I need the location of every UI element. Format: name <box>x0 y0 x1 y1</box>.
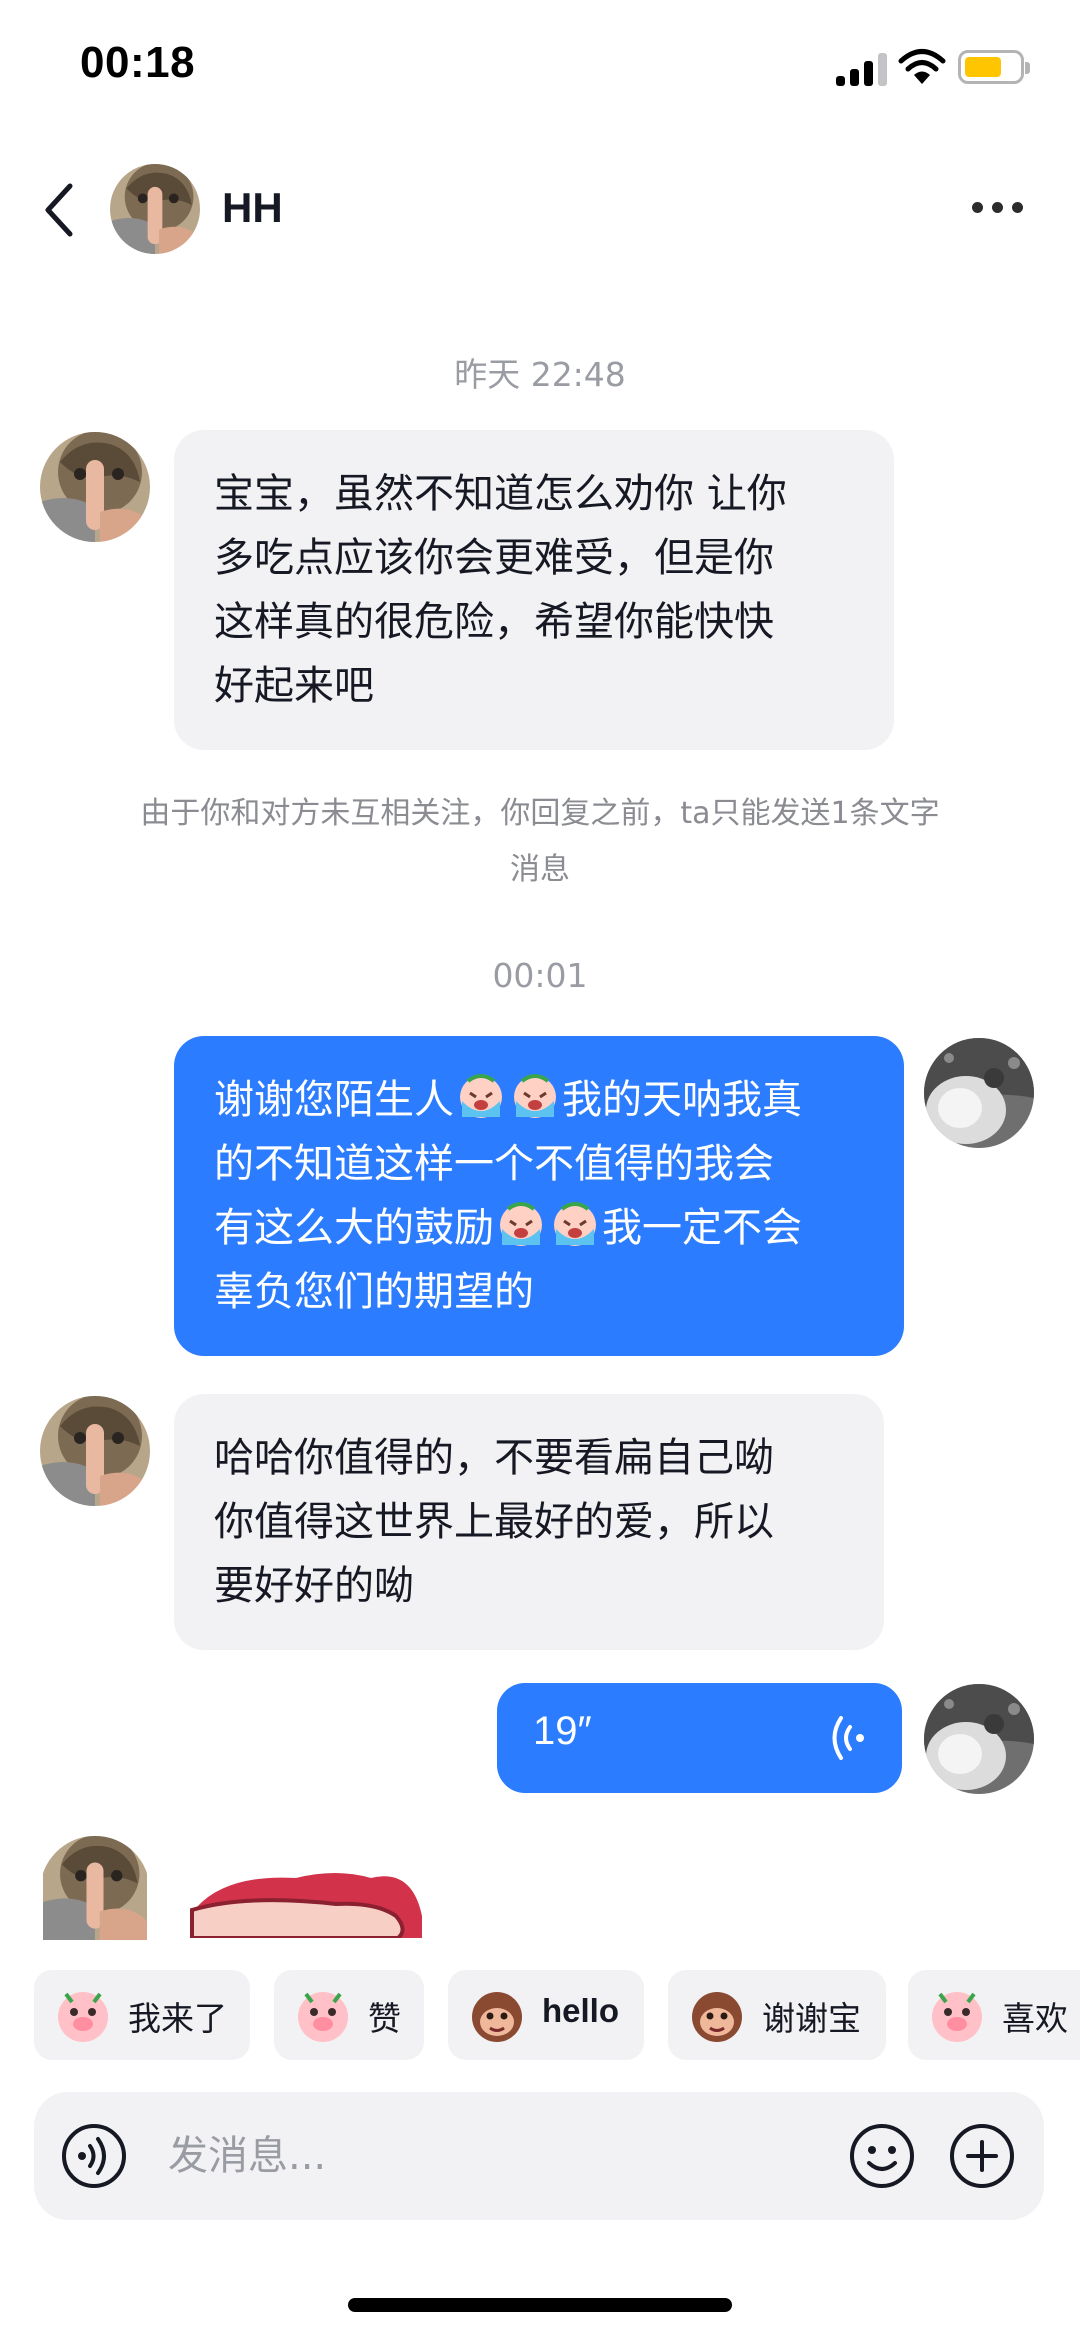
contact-message-avatar[interactable] <box>40 432 150 542</box>
message-line: 这样真的很危险，希望你能快快 <box>214 599 774 645</box>
home-indicator <box>348 2298 732 2312</box>
incoming-message-bubble[interactable]: 哈哈你值得的，不要看扁自己呦 你值得这世界上最好的爱，所以 要好好的呦 <box>174 1394 884 1650</box>
chat-header: HH <box>0 150 1080 270</box>
cellular-signal-icon <box>836 52 888 86</box>
quick-reply-chip[interactable]: 我来了 <box>34 1970 250 2060</box>
outgoing-message-bubble[interactable]: 谢谢您陌生人 我的天呐我真 的不知道这样一个不值得的我会 有这么大的鼓励 我一定不会… <box>174 1036 904 1356</box>
voice-message-bubble[interactable]: 19″ <box>497 1683 902 1793</box>
quick-reply-chip[interactable]: 喜欢 <box>908 1970 1080 2060</box>
monkey-hello-sticker-icon <box>470 1990 524 2044</box>
follow-notice: 由于你和对方未互相关注，你回复之前，ta只能发送1条文字 消息 <box>80 786 1000 898</box>
quick-reply-chip[interactable]: hello <box>448 1970 644 2060</box>
monkey-thanks-sticker-icon <box>690 1990 744 2044</box>
status-bar: 00:18 <box>0 0 1080 140</box>
crying-face-emoji <box>498 1202 544 1248</box>
notice-line: 消息 <box>510 852 570 887</box>
crying-face-emoji <box>512 1074 558 1120</box>
contact-avatar[interactable] <box>110 164 200 254</box>
message-line: 的不知道这样一个不值得的我会 <box>214 1141 774 1187</box>
battery-icon <box>958 50 1030 84</box>
status-time: 00:18 <box>80 38 196 87</box>
quick-reply-label: 谢谢宝 <box>762 1999 861 2038</box>
quick-reply-label: hello <box>542 1992 620 2029</box>
contact-name[interactable]: HH <box>222 184 283 232</box>
quick-reply-label: 我来了 <box>128 1999 227 2038</box>
quick-reply-bar: 我来了 赞 hello 谢谢宝 喜欢 <box>0 1970 1080 2066</box>
message-line: 宝宝，虽然不知道怎么劝你 让你 <box>214 471 787 517</box>
message-line: 好起来吧 <box>214 663 374 709</box>
self-message-avatar[interactable] <box>924 1684 1034 1794</box>
voice-duration: 19″ <box>533 1709 592 1753</box>
message-timestamp: 昨天 22:48 <box>454 355 626 394</box>
heart-hand-sticker[interactable] <box>186 1868 426 1938</box>
message-line: 谢谢您陌生人 我的天呐我真 <box>214 1068 864 1132</box>
message-input-bar <box>34 2092 1044 2220</box>
quick-reply-label: 赞 <box>368 1999 401 2038</box>
message-input[interactable] <box>168 2122 728 2190</box>
message-line: 多吃点应该你会更难受，但是你 <box>214 535 774 581</box>
message-timestamp: 00:01 <box>492 956 588 995</box>
quick-reply-chip[interactable]: 谢谢宝 <box>668 1970 886 2060</box>
pig-thumbs-up-sticker-icon <box>296 1990 350 2044</box>
smiley-icon[interactable] <box>848 2122 916 2190</box>
contact-message-avatar[interactable] <box>40 1836 150 1940</box>
incoming-message-bubble[interactable]: 宝宝，虽然不知道怎么劝你 让你 多吃点应该你会更难受，但是你 这样真的很危险，希… <box>174 430 894 750</box>
crying-face-emoji <box>458 1074 504 1120</box>
pig-wave-sticker-icon <box>56 1990 110 2044</box>
self-message-avatar[interactable] <box>924 1038 1034 1148</box>
more-options-button[interactable] <box>970 196 1026 220</box>
crying-face-emoji <box>552 1202 598 1248</box>
message-line: 辜负您们的期望的 <box>214 1269 534 1315</box>
voice-toggle-icon[interactable] <box>60 2122 128 2190</box>
plus-icon[interactable] <box>948 2122 1016 2190</box>
quick-reply-chip[interactable]: 赞 <box>274 1970 424 2060</box>
wifi-icon <box>898 49 946 84</box>
voice-wave-icon <box>832 1716 864 1760</box>
contact-message-avatar[interactable] <box>40 1396 150 1506</box>
message-line: 哈哈你值得的，不要看扁自己呦 <box>214 1435 774 1481</box>
back-button[interactable] <box>38 180 84 240</box>
pig-love-sticker-icon <box>930 1990 984 2044</box>
message-line: 有这么大的鼓励 我一定不会 <box>214 1196 864 1260</box>
message-line: 要好好的呦 <box>214 1563 414 1609</box>
notice-line: 由于你和对方未互相关注，你回复之前，ta只能发送1条文字 <box>140 796 940 831</box>
quick-reply-label: 喜欢 <box>1002 1999 1068 2038</box>
message-line: 你值得这世界上最好的爱，所以 <box>214 1499 774 1545</box>
